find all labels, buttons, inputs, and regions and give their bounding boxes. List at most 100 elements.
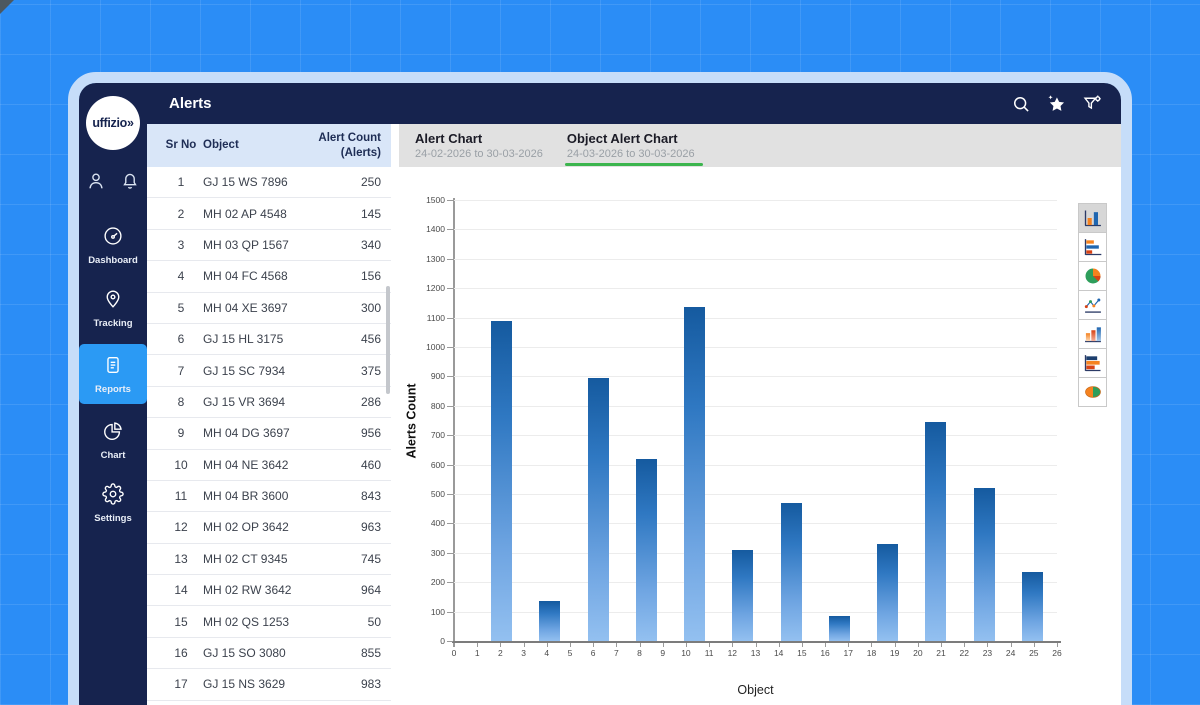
y-tick — [447, 229, 453, 230]
x-tick — [1057, 643, 1058, 647]
y-tick — [447, 582, 453, 583]
table-row[interactable]: 8GJ 15 VR 3694286 — [147, 387, 391, 418]
table-row[interactable]: 17GJ 15 NS 3629983 — [147, 669, 391, 700]
filter-settings-icon[interactable] — [1082, 93, 1103, 114]
y-tick-label: 200 — [431, 577, 445, 587]
table-scrollbar-thumb[interactable] — [386, 286, 390, 394]
table-row[interactable]: 3MH 03 QP 1567340 — [147, 230, 391, 261]
x-tick-label: 15 — [797, 648, 806, 658]
reports-icon — [102, 354, 124, 381]
x-tick-label: 11 — [705, 648, 714, 658]
column-chart-icon[interactable] — [1078, 203, 1107, 233]
table-cell: MH 04 BR 3600 — [203, 489, 301, 503]
table-row[interactable]: 15MH 02 QS 125350 — [147, 606, 391, 637]
tab-title: Object Alert Chart — [567, 131, 695, 146]
x-tick — [709, 643, 710, 647]
chart-tabstrip: Alert Chart 24-02-2026 to 30-03-2026 Obj… — [399, 124, 1121, 167]
user-icon[interactable] — [85, 170, 107, 192]
x-tick-label: 9 — [660, 648, 665, 658]
col-header-object: Object — [203, 138, 301, 152]
chart-bar — [1022, 572, 1043, 641]
notification-bell-icon[interactable] — [119, 170, 141, 192]
y-tick-label: 300 — [431, 548, 445, 558]
sidebar-item-chart[interactable]: Chart — [79, 413, 147, 467]
search-icon[interactable] — [1011, 94, 1031, 114]
sidebar-item-label: Reports — [95, 384, 131, 395]
doughnut-chart-icon[interactable] — [1078, 377, 1107, 407]
chart-bar — [539, 601, 560, 641]
table-cell: MH 04 NE 3642 — [203, 458, 301, 472]
y-tick-label: 1200 — [426, 283, 445, 293]
stacked-bar-chart-icon[interactable] — [1078, 348, 1107, 378]
table-row[interactable]: 6GJ 15 HL 3175456 — [147, 324, 391, 355]
tab-alert-chart[interactable]: Alert Chart 24-02-2026 to 30-03-2026 — [413, 124, 557, 167]
tab-date-range: 24-02-2026 to 30-03-2026 — [415, 148, 543, 160]
sidebar: uffizio» Dashboard — [79, 83, 147, 705]
table-cell: 843 — [301, 489, 381, 503]
table-row[interactable]: 12MH 02 OP 3642963 — [147, 512, 391, 543]
panel-divider — [391, 124, 399, 705]
table-row[interactable]: 7GJ 15 SC 7934375 — [147, 355, 391, 386]
table-cell: MH 03 QP 1567 — [203, 238, 301, 252]
x-tick-label: 4 — [544, 648, 549, 658]
y-tick-label: 1000 — [426, 342, 445, 352]
x-tick-label: 22 — [959, 648, 968, 658]
y-tick-label: 500 — [431, 489, 445, 499]
sidebar-item-label: Chart — [101, 450, 126, 461]
table-cell: GJ 15 SC 7934 — [203, 364, 301, 378]
table-cell: 460 — [301, 458, 381, 472]
x-tick-label: 13 — [751, 648, 760, 658]
table-row[interactable]: 14MH 02 RW 3642964 — [147, 575, 391, 606]
chart-type-toolbar — [1078, 203, 1107, 407]
x-tick-label: 17 — [844, 648, 853, 658]
alerts-table-header: Sr No Object Alert Count (Alerts) — [147, 124, 391, 167]
table-cell: 1 — [159, 175, 203, 189]
x-tick — [454, 643, 455, 647]
table-cell: 340 — [301, 238, 381, 252]
tab-object-alert-chart[interactable]: Object Alert Chart 24-03-2026 to 30-03-2… — [565, 124, 709, 167]
sidebar-item-settings[interactable]: Settings — [79, 476, 147, 530]
x-tick — [1034, 643, 1035, 647]
chart-bar — [974, 488, 995, 641]
x-tick — [477, 643, 478, 647]
x-tick — [524, 643, 525, 647]
table-cell: 375 — [301, 364, 381, 378]
x-tick-label: 14 — [774, 648, 783, 658]
uffizio-logo[interactable]: uffizio» — [86, 96, 140, 150]
table-row[interactable]: 5MH 04 XE 3697300 — [147, 293, 391, 324]
table-row[interactable]: 4MH 04 FC 4568156 — [147, 261, 391, 292]
sidebar-item-dashboard[interactable]: Dashboard — [79, 218, 147, 272]
gridline — [454, 523, 1057, 524]
table-row[interactable]: 9MH 04 DG 3697956 — [147, 418, 391, 449]
x-tick-label: 24 — [1006, 648, 1015, 658]
table-row[interactable]: 11MH 04 BR 3600843 — [147, 481, 391, 512]
y-tick — [447, 523, 453, 524]
table-row[interactable]: 13MH 02 CT 9345745 — [147, 544, 391, 575]
y-axis-line — [453, 198, 455, 647]
table-cell: 156 — [301, 269, 381, 283]
table-row[interactable]: 2MH 02 AP 4548145 — [147, 198, 391, 229]
line-chart-icon[interactable] — [1078, 290, 1107, 320]
table-row[interactable]: 16GJ 15 SO 3080855 — [147, 638, 391, 669]
sidebar-item-tracking[interactable]: Tracking — [79, 281, 147, 335]
chart-bar — [588, 378, 609, 641]
table-cell: 300 — [301, 301, 381, 315]
plot-area: 0100200300400500600700800900100011001200… — [454, 200, 1057, 641]
table-cell: GJ 15 VR 3694 — [203, 395, 301, 409]
x-tick — [1011, 643, 1012, 647]
sidebar-item-label: Dashboard — [88, 255, 138, 266]
gridline — [454, 259, 1057, 260]
table-cell: 2 — [159, 207, 203, 221]
favorite-star-icon[interactable] — [1046, 93, 1067, 114]
table-cell: GJ 15 WS 7896 — [203, 175, 301, 189]
sidebar-item-reports[interactable]: Reports — [79, 344, 147, 404]
pie-chart-icon[interactable] — [1078, 261, 1107, 291]
table-cell: 17 — [159, 677, 203, 691]
bar-chart-icon[interactable] — [1078, 232, 1107, 262]
table-row[interactable]: 10MH 04 NE 3642460 — [147, 450, 391, 481]
x-tick — [964, 643, 965, 647]
table-row[interactable]: 1GJ 15 WS 7896250 — [147, 167, 391, 198]
table-cell: GJ 15 HL 3175 — [203, 332, 301, 346]
table-cell: 11 — [159, 489, 203, 503]
column-gradient-chart-icon[interactable] — [1078, 319, 1107, 349]
